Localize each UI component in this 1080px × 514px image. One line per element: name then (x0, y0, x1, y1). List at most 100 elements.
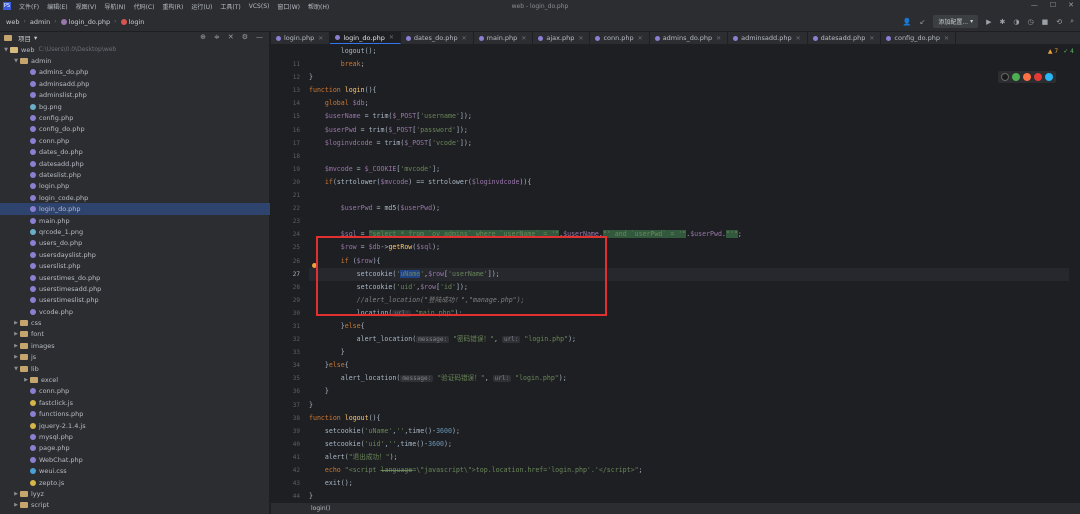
tree-folder-row[interactable]: ▶ excel (0, 374, 270, 385)
menu-file[interactable]: 文件(F) (19, 2, 39, 11)
close-tab-icon[interactable]: ✕ (796, 35, 801, 42)
tree-row-root[interactable]: ▼ web C:\Users\0.0\Desktop\web (0, 44, 270, 55)
tree-folder-row[interactable]: ▶ lyyz (0, 488, 270, 499)
code-editor[interactable]: 11 12 13 14 15 16 17 18 19 20 21 22 23 24 25 26 27 28 29 30… (271, 45, 1080, 503)
tab-admins-do-php[interactable]: admins_do.php ✕ (650, 32, 729, 44)
close-panel-icon[interactable]: ✕ (228, 33, 234, 41)
gear-icon[interactable]: ⚙ (242, 33, 248, 41)
tree-file-row[interactable]: dates_do.php (0, 147, 270, 158)
tab-login-do-php[interactable]: login_do.php ✕ (330, 32, 401, 44)
maximize-icon[interactable]: ☐ (1050, 1, 1056, 9)
menu-edit[interactable]: 编辑(E) (47, 2, 67, 11)
menu-window[interactable]: 窗口(W) (277, 2, 300, 11)
tree-file-row[interactable]: userstimes_do.php (0, 272, 270, 283)
tree-file-row[interactable]: conn.php (0, 386, 270, 397)
breadcrumb-file[interactable]: login_do.php (60, 18, 110, 26)
tree-file-row[interactable]: weui.css (0, 465, 270, 476)
close-tab-icon[interactable]: ✕ (716, 35, 721, 42)
tab-config-do-php[interactable]: config_do.php ✕ (881, 32, 956, 44)
close-tab-icon[interactable]: ✕ (389, 34, 394, 41)
tab-adminsadd-php[interactable]: adminsadd.php ✕ (728, 32, 808, 44)
close-tab-icon[interactable]: ✕ (521, 35, 526, 42)
tab-main-php[interactable]: main.php ✕ (474, 32, 534, 44)
tree-file-row[interactable]: adminslist.php (0, 90, 270, 101)
profile-icon[interactable]: ◷ (1027, 18, 1033, 26)
coverage-icon[interactable]: ◑ (1013, 18, 1019, 26)
tab-conn-php[interactable]: conn.php ✕ (590, 32, 650, 44)
tree-folder-row[interactable]: ▶ script (0, 500, 270, 511)
tree-file-row[interactable]: zepto.js (0, 477, 270, 488)
menu-run[interactable]: 运行(U) (191, 2, 212, 11)
tree-file-row[interactable]: admins_do.php (0, 67, 270, 78)
tree-file-row[interactable]: login_code.php (0, 192, 270, 203)
tree-file-row[interactable]: conn.php (0, 135, 270, 146)
vcs-icon[interactable]: ⟲ (1056, 18, 1062, 26)
tree-file-row[interactable]: usersdayslist.php (0, 249, 270, 260)
breadcrumb-admin[interactable]: admin (30, 18, 50, 26)
tree-folder-row[interactable]: ▶ images (0, 340, 270, 351)
run-icon[interactable]: ▶ (986, 18, 991, 26)
tree-row-lib[interactable]: ▼ lib (0, 363, 270, 374)
current-function[interactable]: login() (311, 505, 330, 512)
tree-file-row[interactable]: adminsadd.php (0, 78, 270, 89)
tree-file-row[interactable]: userstimesadd.php (0, 283, 270, 294)
breadcrumb-function[interactable]: login (120, 18, 144, 26)
opera-icon[interactable] (1034, 73, 1042, 81)
close-tab-icon[interactable]: ✕ (462, 35, 467, 42)
minimize-icon[interactable]: — (1031, 1, 1038, 9)
close-tab-icon[interactable]: ✕ (578, 35, 583, 42)
tree-file-row[interactable]: bg.png (0, 101, 270, 112)
stop-icon[interactable]: ■ (1042, 18, 1049, 26)
inspections-widget[interactable]: ▲ 7 ✓ 4 (1048, 48, 1074, 55)
tree-file-row[interactable]: functions.php (0, 409, 270, 420)
tree-file-row[interactable]: datesadd.php (0, 158, 270, 169)
tab-datesadd-php[interactable]: datesadd.php ✕ (808, 32, 882, 44)
tree-file-row[interactable]: fastclick.js (0, 397, 270, 408)
tree-file-row[interactable]: main.php (0, 215, 270, 226)
close-tab-icon[interactable]: ✕ (638, 35, 643, 42)
minimize-panel-icon[interactable]: — (256, 33, 263, 41)
tree-file-row[interactable]: userslist.php (0, 260, 270, 271)
tree-file-row[interactable]: dateslist.php (0, 169, 270, 180)
menu-view[interactable]: 视图(V) (76, 2, 97, 11)
firefox-icon[interactable] (1023, 73, 1031, 81)
tree-folder-row[interactable]: ▶ font (0, 329, 270, 340)
tree-file-row[interactable]: login_do.php (0, 203, 270, 215)
close-tab-icon[interactable]: ✕ (944, 35, 949, 42)
menu-code[interactable]: 代码(C) (134, 2, 155, 11)
tab-login-php[interactable]: login.php ✕ (271, 32, 331, 44)
back-arrow-icon[interactable]: ↙ (919, 18, 925, 26)
tree-row-admin[interactable]: ▼ admin (0, 55, 270, 66)
tree-file-row[interactable]: qrcode_1.png (0, 226, 270, 237)
menu-vcs[interactable]: VCS(S) (249, 3, 270, 10)
target-icon[interactable]: ⊕ (200, 33, 206, 41)
tree-file-row[interactable]: vcode.php (0, 306, 270, 317)
menu-tools[interactable]: 工具(T) (220, 2, 240, 11)
tree-file-row[interactable]: WebChat.php (0, 454, 270, 465)
tree-file-row[interactable]: config.php (0, 112, 270, 123)
menu-navigate[interactable]: 导航(N) (104, 2, 125, 11)
tree-file-row[interactable]: login.php (0, 181, 270, 192)
tree-file-row[interactable]: mysql.php (0, 431, 270, 442)
chrome-icon[interactable] (1012, 73, 1020, 81)
debug-icon[interactable]: ✱ (999, 18, 1005, 26)
tree-folder-row[interactable]: ▶ js (0, 352, 270, 363)
collapse-all-icon[interactable]: ≑ (214, 33, 220, 41)
search-icon[interactable]: ⌕ (1070, 17, 1074, 26)
tree-file-row[interactable]: userstimeslist.php (0, 295, 270, 306)
close-tab-icon[interactable]: ✕ (318, 35, 323, 42)
breadcrumb-web[interactable]: web (6, 18, 19, 26)
add-configuration-button[interactable]: 添加配置... ▾ (933, 15, 979, 28)
tree-file-row[interactable]: users_do.php (0, 238, 270, 249)
tree-folder-row[interactable]: ▶ css (0, 317, 270, 328)
user-icon[interactable]: 👤 (903, 18, 912, 26)
tab-dates-do-php[interactable]: dates_do.php ✕ (401, 32, 474, 44)
menu-refactor[interactable]: 重构(R) (162, 2, 183, 11)
phpstorm-browser-icon[interactable] (1001, 73, 1009, 81)
tree-file-row[interactable]: config_do.php (0, 124, 270, 135)
close-icon[interactable]: ✕ (1068, 1, 1074, 9)
tree-file-row[interactable]: page.php (0, 443, 270, 454)
edge-icon[interactable] (1045, 73, 1053, 81)
close-tab-icon[interactable]: ✕ (869, 35, 874, 42)
menu-help[interactable]: 帮助(H) (308, 2, 329, 11)
